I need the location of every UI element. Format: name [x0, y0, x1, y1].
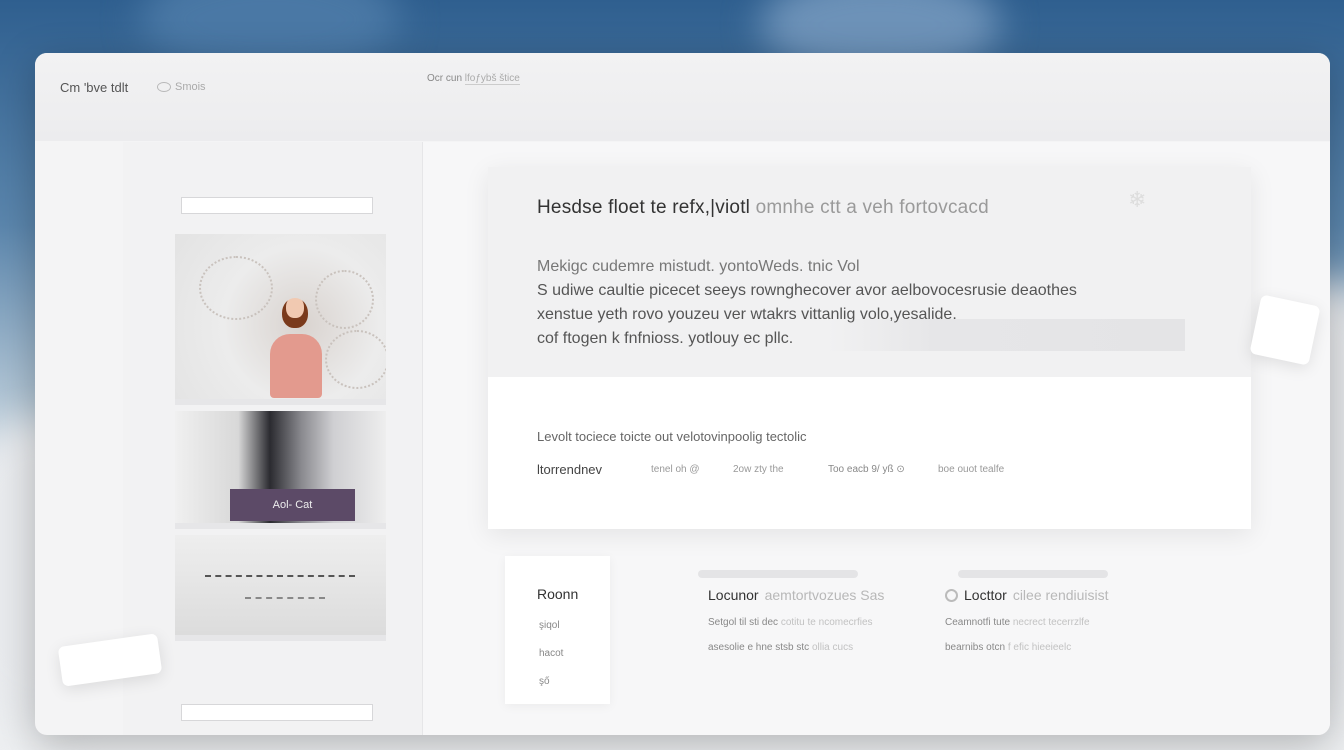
- sidebar-panel: Aol- Cat: [123, 142, 423, 735]
- sketch-line: [245, 597, 325, 599]
- hero-card: Hesdse floet te refx,|viotl omnhe ctt a …: [488, 167, 1251, 529]
- meta-item: 2ow zty the: [733, 464, 784, 475]
- lower-column-1: Locunor aemtortvozues Sas Setgol til sti…: [708, 587, 884, 653]
- lower-left-item[interactable]: hacot: [539, 648, 563, 659]
- meta-item: tenel oh @: [651, 464, 700, 475]
- decor-paper: [1249, 294, 1321, 366]
- hero-paragraph: Mekigc cudemre mistudt. yontoWeds. tnic …: [537, 258, 1077, 347]
- lower-left-item[interactable]: şő: [539, 676, 550, 687]
- app-window: Cm 'bve tdlt Smois Ocr cun lfoƒybš štice: [35, 53, 1330, 735]
- brand-sub[interactable]: Smois: [157, 81, 206, 93]
- hero-subtitle: Levolt tociece toicte out velotovinpooli…: [537, 429, 807, 444]
- app-brand[interactable]: Cm 'bve tdlt: [60, 80, 128, 95]
- hero-card-header: Hesdse floet te refx,|viotl omnhe ctt a …: [488, 167, 1251, 377]
- decor-ring: [325, 330, 386, 389]
- lower-left-title: Roonn: [537, 586, 579, 602]
- lower-left-card[interactable]: Roonn şiqol hacot şő: [505, 556, 610, 704]
- thumbnail-portrait[interactable]: [175, 234, 386, 405]
- snowflake-icon: ❄: [1128, 187, 1147, 212]
- brand-sub-label: Smois: [175, 81, 206, 93]
- lower-left-item[interactable]: şiqol: [539, 620, 560, 631]
- circle-icon: [157, 82, 171, 92]
- gear-icon: [945, 588, 958, 602]
- hero-meta-row: ltorrendnev tenel oh @ 2ow zty the Too e…: [537, 462, 1004, 477]
- column-line: bearnibs otcn f efic hieeieelc: [945, 642, 1072, 653]
- thumbnail-overlay-label: Aol- Cat: [230, 489, 355, 521]
- meta-item: boe ouot tealfe: [938, 464, 1005, 475]
- sidebar-search-input[interactable]: [181, 197, 373, 214]
- meta-item: Too eacb 9/ yß ⊙: [828, 464, 905, 475]
- portrait-figure: [265, 294, 325, 398]
- column-title: Locttor cilee rendiuisist: [945, 587, 1109, 603]
- hero-title: Hesdse floet te refx,|viotl omnhe ctt a …: [537, 197, 989, 218]
- main-content: Aol- Cat Hesdse floet te refx,|viotl omn…: [123, 142, 1330, 735]
- sketch-line: [205, 575, 355, 577]
- column-line: Ceamnotfi tute necrect tecerrzlfe: [945, 617, 1090, 628]
- thumbnail-machinery[interactable]: Aol- Cat: [175, 411, 386, 529]
- column-line: Setgol til sti dec cotitu te ncomecrfies: [708, 617, 873, 628]
- decor-ring: [199, 256, 273, 320]
- meta-label[interactable]: ltorrendnev: [537, 462, 651, 477]
- top-bar: Cm 'bve tdlt Smois Ocr cun lfoƒybš štice: [35, 53, 1330, 141]
- sidebar-bottom-input[interactable]: [181, 704, 373, 721]
- lower-column-2: Locttor cilee rendiuisist Ceamnotfi tute…: [945, 587, 1109, 653]
- top-nav-link[interactable]: Ocr cun lfoƒybš štice: [427, 73, 520, 85]
- column-line: asesolie e hne stsb stc ollia cucs: [708, 642, 854, 653]
- column-title: Locunor aemtortvozues Sas: [708, 587, 885, 603]
- thumbnail-sketch[interactable]: [175, 535, 386, 641]
